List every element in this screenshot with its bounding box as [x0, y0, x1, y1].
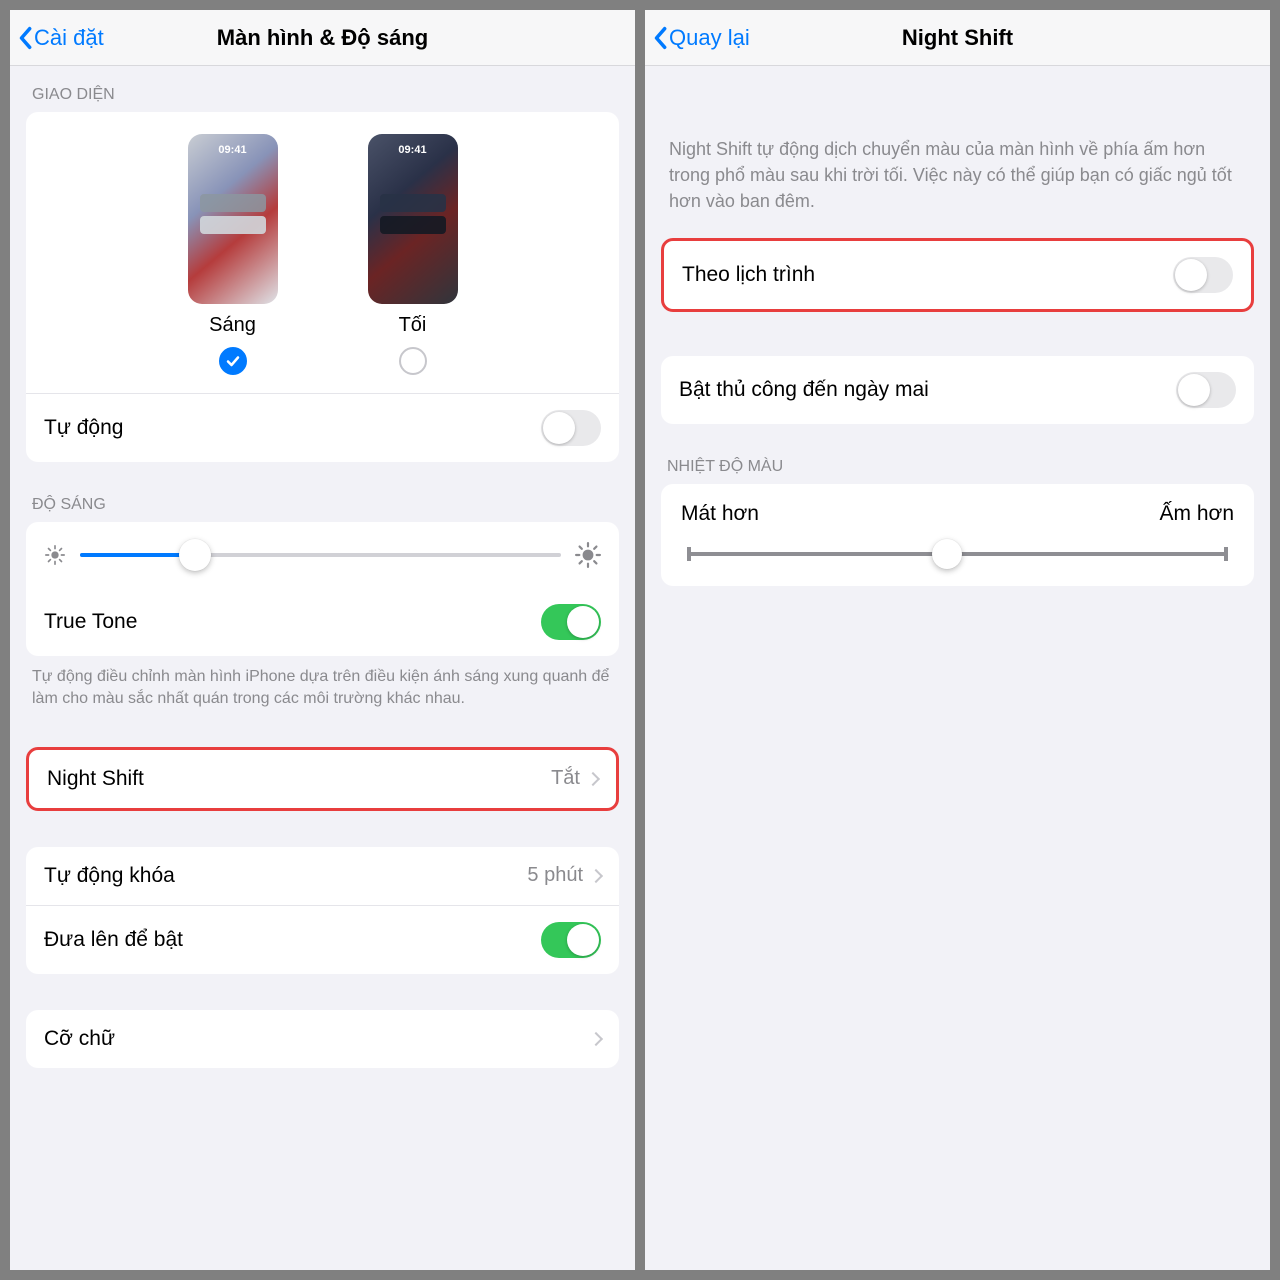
color-temp-more-label: Ấm hơn: [1160, 502, 1234, 526]
back-label: Quay lại: [669, 25, 750, 51]
true-tone-label: True Tone: [44, 610, 541, 634]
auto-lock-label: Tự động khóa: [44, 864, 527, 888]
section-header-color-temp: NHIỆT ĐỘ MÀU: [645, 424, 1270, 484]
manual-label: Bật thủ công đến ngày mai: [679, 378, 1176, 402]
scheduled-label: Theo lịch trình: [682, 263, 1173, 287]
true-tone-footer: Tự động điều chỉnh màn hình iPhone dựa t…: [10, 656, 635, 711]
automatic-switch[interactable]: [541, 410, 601, 446]
appearance-light-option[interactable]: 09:41 Sáng: [188, 134, 278, 375]
automatic-label: Tự động: [44, 416, 541, 440]
navbar-left: Cài đặt Màn hình & Độ sáng: [10, 10, 635, 66]
auto-lock-row[interactable]: Tự động khóa 5 phút: [26, 847, 619, 905]
chevron-right-icon: [586, 772, 600, 786]
chevron-left-icon: [18, 26, 32, 50]
light-preview-thumbnail: 09:41: [188, 134, 278, 304]
manual-switch[interactable]: [1176, 372, 1236, 408]
navbar-right: Quay lại Night Shift: [645, 10, 1270, 66]
text-size-card: Cỡ chữ: [26, 1010, 619, 1068]
dark-label: Tối: [399, 314, 427, 337]
color-temp-card: Mát hơn Ấm hơn: [661, 484, 1254, 586]
raise-to-wake-switch[interactable]: [541, 922, 601, 958]
appearance-dark-option[interactable]: 09:41 Tối: [368, 134, 458, 375]
true-tone-switch[interactable]: [541, 604, 601, 640]
page-title: Màn hình & Độ sáng: [10, 25, 635, 51]
night-shift-screen: Quay lại Night Shift Night Shift tự động…: [645, 10, 1270, 1270]
chevron-right-icon: [589, 869, 603, 883]
section-header-brightness: ĐỘ SÁNG: [10, 462, 635, 522]
brightness-slider[interactable]: [80, 553, 561, 557]
color-temp-slider[interactable]: [689, 552, 1226, 556]
chevron-right-icon: [589, 1032, 603, 1046]
dark-preview-thumbnail: 09:41: [368, 134, 458, 304]
dark-radio[interactable]: [399, 347, 427, 375]
sun-min-icon: [44, 544, 66, 566]
night-shift-label: Night Shift: [47, 767, 551, 791]
brightness-card: True Tone: [26, 522, 619, 656]
text-size-label: Cỡ chữ: [44, 1027, 591, 1051]
light-radio[interactable]: [219, 347, 247, 375]
night-shift-explain: Night Shift tự động dịch chuyển màu của …: [645, 66, 1270, 238]
display-brightness-screen: Cài đặt Màn hình & Độ sáng GIAO DIỆN 09:…: [10, 10, 635, 1270]
preview-clock: 09:41: [368, 144, 458, 156]
scheduled-switch[interactable]: [1173, 257, 1233, 293]
scheduled-row: Theo lịch trình: [661, 238, 1254, 312]
manual-row: Bật thủ công đến ngày mai: [661, 356, 1254, 424]
back-button[interactable]: Quay lại: [653, 25, 750, 51]
raise-to-wake-label: Đưa lên để bật: [44, 928, 541, 952]
section-header-appearance: GIAO DIỆN: [10, 66, 635, 112]
color-temp-less-label: Mát hơn: [681, 502, 759, 526]
auto-lock-value: 5 phút: [527, 864, 583, 887]
light-label: Sáng: [209, 314, 256, 337]
night-shift-value: Tắt: [551, 767, 580, 790]
chevron-left-icon: [653, 26, 667, 50]
appearance-card: 09:41 Sáng 09:41 Tối: [26, 112, 619, 462]
back-label: Cài đặt: [34, 25, 104, 51]
checkmark-icon: [225, 353, 241, 369]
preview-clock: 09:41: [188, 144, 278, 156]
lock-card: Tự động khóa 5 phút Đưa lên để bật: [26, 847, 619, 974]
text-size-row[interactable]: Cỡ chữ: [26, 1010, 619, 1068]
back-button[interactable]: Cài đặt: [18, 25, 104, 51]
night-shift-row[interactable]: Night Shift Tắt: [26, 747, 619, 811]
sun-max-icon: [575, 542, 601, 568]
